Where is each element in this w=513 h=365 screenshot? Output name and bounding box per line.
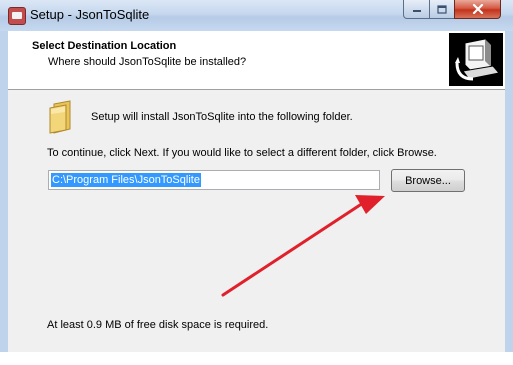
close-button[interactable] bbox=[454, 0, 501, 19]
minimize-button[interactable] bbox=[403, 0, 430, 19]
wizard-header: Select Destination Location Where should… bbox=[8, 31, 505, 90]
annotation-arrow-icon bbox=[221, 195, 385, 297]
maximize-button[interactable] bbox=[429, 0, 455, 19]
minimize-icon bbox=[412, 10, 421, 12]
title-bar[interactable]: Setup - JsonToSqlite bbox=[0, 0, 513, 31]
page-subtitle: Where should JsonToSqlite be installed? bbox=[48, 56, 247, 68]
window-bottom-edge bbox=[0, 352, 513, 365]
close-icon bbox=[472, 4, 483, 14]
computer-install-icon bbox=[449, 33, 503, 86]
maximize-icon bbox=[437, 4, 447, 14]
app-icon[interactable] bbox=[8, 7, 26, 25]
window-frame-right bbox=[505, 31, 513, 352]
window-frame-left bbox=[0, 31, 8, 352]
setup-window: Setup - JsonToSqlite Select Destination … bbox=[0, 0, 513, 352]
page-title: Select Destination Location bbox=[32, 40, 177, 52]
wizard-content: Setup will install JsonToSqlite into the… bbox=[8, 90, 505, 352]
window-title: Setup - JsonToSqlite bbox=[30, 7, 150, 22]
